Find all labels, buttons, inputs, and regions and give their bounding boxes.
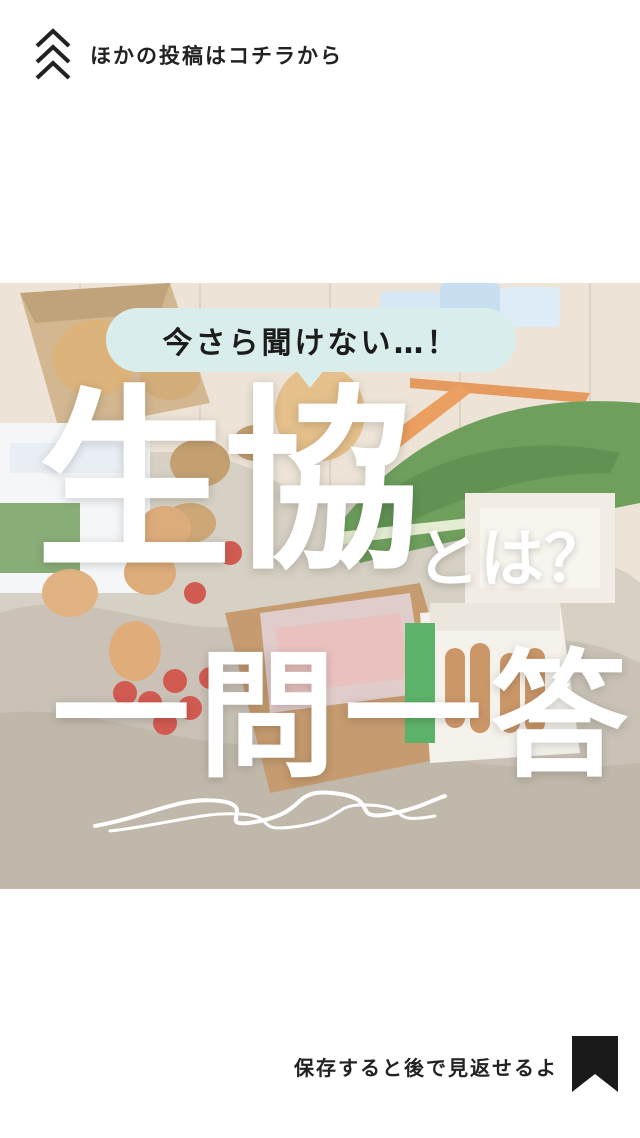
- save-tip[interactable]: 保存すると後で見返せるよ: [294, 1036, 618, 1096]
- chevrons-up-icon: [34, 28, 72, 82]
- squiggle-decoration: [93, 790, 447, 833]
- speech-bubble: 今さら聞けない…！: [106, 308, 516, 372]
- other-posts-label: ほかの投稿はコチラから: [90, 44, 343, 68]
- title-sub: とは？: [416, 523, 608, 597]
- save-tip-label: 保存すると後で見返せるよ: [294, 1055, 558, 1080]
- title-main: 生協: [36, 369, 420, 597]
- title-subtitle: 一問一答: [52, 636, 637, 797]
- other-posts-link[interactable]: ほかの投稿はコチラから: [34, 28, 343, 82]
- bookmark-icon: [572, 1036, 618, 1096]
